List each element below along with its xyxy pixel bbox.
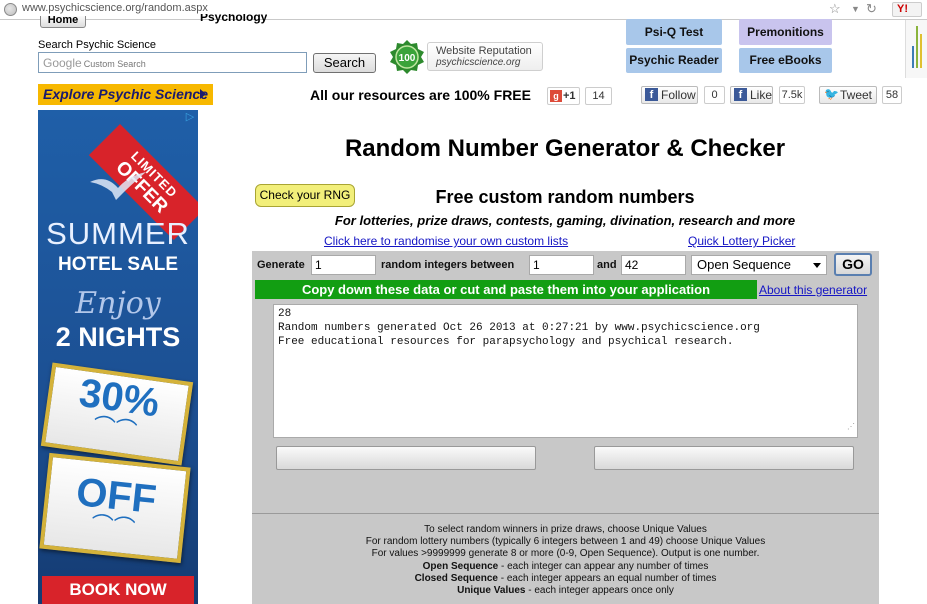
fb-like-button[interactable]: f Like: [730, 86, 773, 104]
info-term: Unique Values: [457, 585, 526, 596]
about-generator-link[interactable]: About this generator: [759, 283, 867, 297]
info-term: Closed Sequence: [414, 573, 498, 584]
output-textarea[interactable]: 28 Random numbers generated Oct 26 2013 a…: [273, 304, 858, 438]
url-text[interactable]: www.psychicscience.org/random.aspx: [22, 2, 208, 14]
info-open-sequence: Open Sequence - each integer can appear …: [252, 561, 879, 573]
rep-site: psychicscience.org: [436, 57, 521, 68]
home-button[interactable]: Home: [40, 16, 86, 28]
facebook-icon: f: [734, 88, 747, 101]
nav-psiq-test[interactable]: Psi-Q Test: [626, 19, 722, 45]
yahoo-icon[interactable]: Y!: [892, 2, 922, 17]
info-line: To select random winners in prize draws,…: [424, 524, 707, 535]
ad-tile-percent: 30% ⌒⌒: [40, 362, 194, 466]
rep-title: Website Reputation: [436, 45, 532, 57]
output-line: 28: [278, 308, 292, 320]
globe-icon: [4, 3, 17, 16]
ad-summer: SUMMER: [46, 216, 190, 251]
blank-button-left[interactable]: [276, 446, 536, 470]
nav-psychology-link[interactable]: Psychology: [200, 14, 267, 26]
blank-button-right[interactable]: [594, 446, 854, 470]
output-line: Free educational resources for parapsych…: [278, 336, 734, 348]
explore-button[interactable]: Explore Psychic Science: [38, 84, 213, 105]
gplus-button[interactable]: g +1: [547, 87, 580, 105]
fb-like-label: Like: [750, 88, 773, 102]
tweet-label: Tweet: [840, 88, 873, 102]
section-heading: Free custom random numbers: [435, 187, 695, 207]
page-title: Random Number Generator & Checker: [344, 135, 786, 162]
lottery-picker-link[interactable]: Quick Lottery Picker: [688, 234, 795, 248]
nav-free-ebooks[interactable]: Free eBooks: [739, 48, 832, 73]
count-input[interactable]: [311, 255, 376, 275]
reputation-shield-icon: 100: [390, 40, 424, 74]
play-arrow-icon: [200, 89, 206, 99]
info-desc: - each integer can appear any number of …: [498, 561, 709, 572]
gplus-label: +1: [563, 90, 576, 102]
search-input[interactable]: Google Custom Search: [38, 52, 307, 73]
info-term: Open Sequence: [422, 561, 499, 572]
info-unique-values: Unique Values - each integer appears onc…: [252, 585, 879, 597]
star-icon[interactable]: ☆: [829, 1, 841, 17]
dropdown-icon[interactable]: ▼: [851, 4, 860, 14]
max-input[interactable]: [621, 255, 686, 275]
generate-label: Generate: [257, 259, 305, 271]
ad-nights: 2 NIGHTS: [55, 322, 181, 352]
free-resources-text: All our resources are 100% FREE: [310, 87, 531, 103]
browser-url-bar[interactable]: www.psychicscience.org/random.aspx ☆ ▼ ↻…: [0, 0, 927, 20]
ad-tile-off: OFF ⌒⌒: [39, 452, 191, 564]
info-closed-sequence: Closed Sequence - each integer appears a…: [252, 573, 879, 585]
chevron-down-icon: [813, 263, 821, 268]
adchoices-icon[interactable]: ▷: [184, 112, 196, 124]
url-host: www.psychicscience.org: [22, 2, 142, 14]
nav-premonitions[interactable]: Premonitions: [739, 19, 832, 45]
min-input[interactable]: [529, 255, 594, 275]
seagull-icon: [90, 172, 146, 200]
google-logo: Google: [43, 56, 82, 70]
url-path: /random.aspx: [141, 2, 208, 14]
resize-grip-icon[interactable]: ⋰: [847, 421, 855, 435]
fb-like-count: 7.5k: [779, 86, 805, 104]
search-button[interactable]: Search: [313, 53, 376, 73]
side-widget: [905, 20, 927, 78]
tweet-count: 58: [882, 86, 902, 104]
and-label: and: [597, 259, 617, 271]
explore-label: Explore Psychic Science: [43, 86, 208, 102]
reload-icon[interactable]: ↻: [866, 1, 877, 17]
book-now-button[interactable]: BOOK NOW: [42, 576, 194, 604]
copy-instruction-bar: Copy down these data or cut and paste th…: [255, 280, 757, 299]
fb-follow-label: Follow: [661, 88, 696, 102]
fb-follow-button[interactable]: f Follow: [641, 86, 698, 104]
mode-selected-label: Open Sequence: [697, 257, 791, 272]
gplus-icon: g: [550, 90, 562, 102]
subtitle: For lotteries, prize draws, contests, ga…: [334, 213, 796, 228]
nav-psychic-reader[interactable]: Psychic Reader: [626, 48, 722, 73]
info-line: For random lottery numbers (typically 6 …: [365, 536, 766, 547]
ad-enjoy: Enjoy: [75, 286, 161, 321]
gplus-count: 14: [585, 87, 612, 105]
rep-score: 100: [399, 53, 416, 64]
twitter-bird-icon: 🐦: [824, 87, 839, 101]
search-label: Search Psychic Science: [38, 39, 156, 51]
output-line: Random numbers generated Oct 26 2013 at …: [278, 322, 760, 334]
hotel-sale-ad[interactable]: LIMITED OFFER ▷ SUMMER HOTEL SALE Enjoy …: [38, 110, 198, 604]
tweet-button[interactable]: 🐦Tweet: [819, 86, 877, 104]
go-button[interactable]: GO: [834, 253, 872, 276]
widget-bar: [916, 26, 918, 68]
check-rng-button[interactable]: Check your RNG: [255, 184, 355, 207]
ad-hotel-sale: HOTEL SALE: [58, 254, 178, 275]
between-label: random integers between: [381, 259, 515, 271]
info-desc: - each integer appears an equal number o…: [497, 573, 717, 584]
info-line: For values >9999999 generate 8 or more (…: [371, 548, 760, 559]
widget-bar: [920, 34, 922, 68]
reputation-badge[interactable]: Website Reputation psychicscience.org: [427, 42, 543, 71]
search-placeholder: Custom Search: [83, 59, 146, 69]
info-desc: - each integer appears once only: [525, 585, 674, 596]
facebook-icon: f: [645, 88, 658, 101]
custom-lists-link[interactable]: Click here to randomise your own custom …: [324, 234, 568, 248]
mode-select[interactable]: Open Sequence: [691, 255, 827, 275]
widget-bar: [912, 46, 914, 68]
fb-follow-count: 0: [704, 86, 725, 104]
